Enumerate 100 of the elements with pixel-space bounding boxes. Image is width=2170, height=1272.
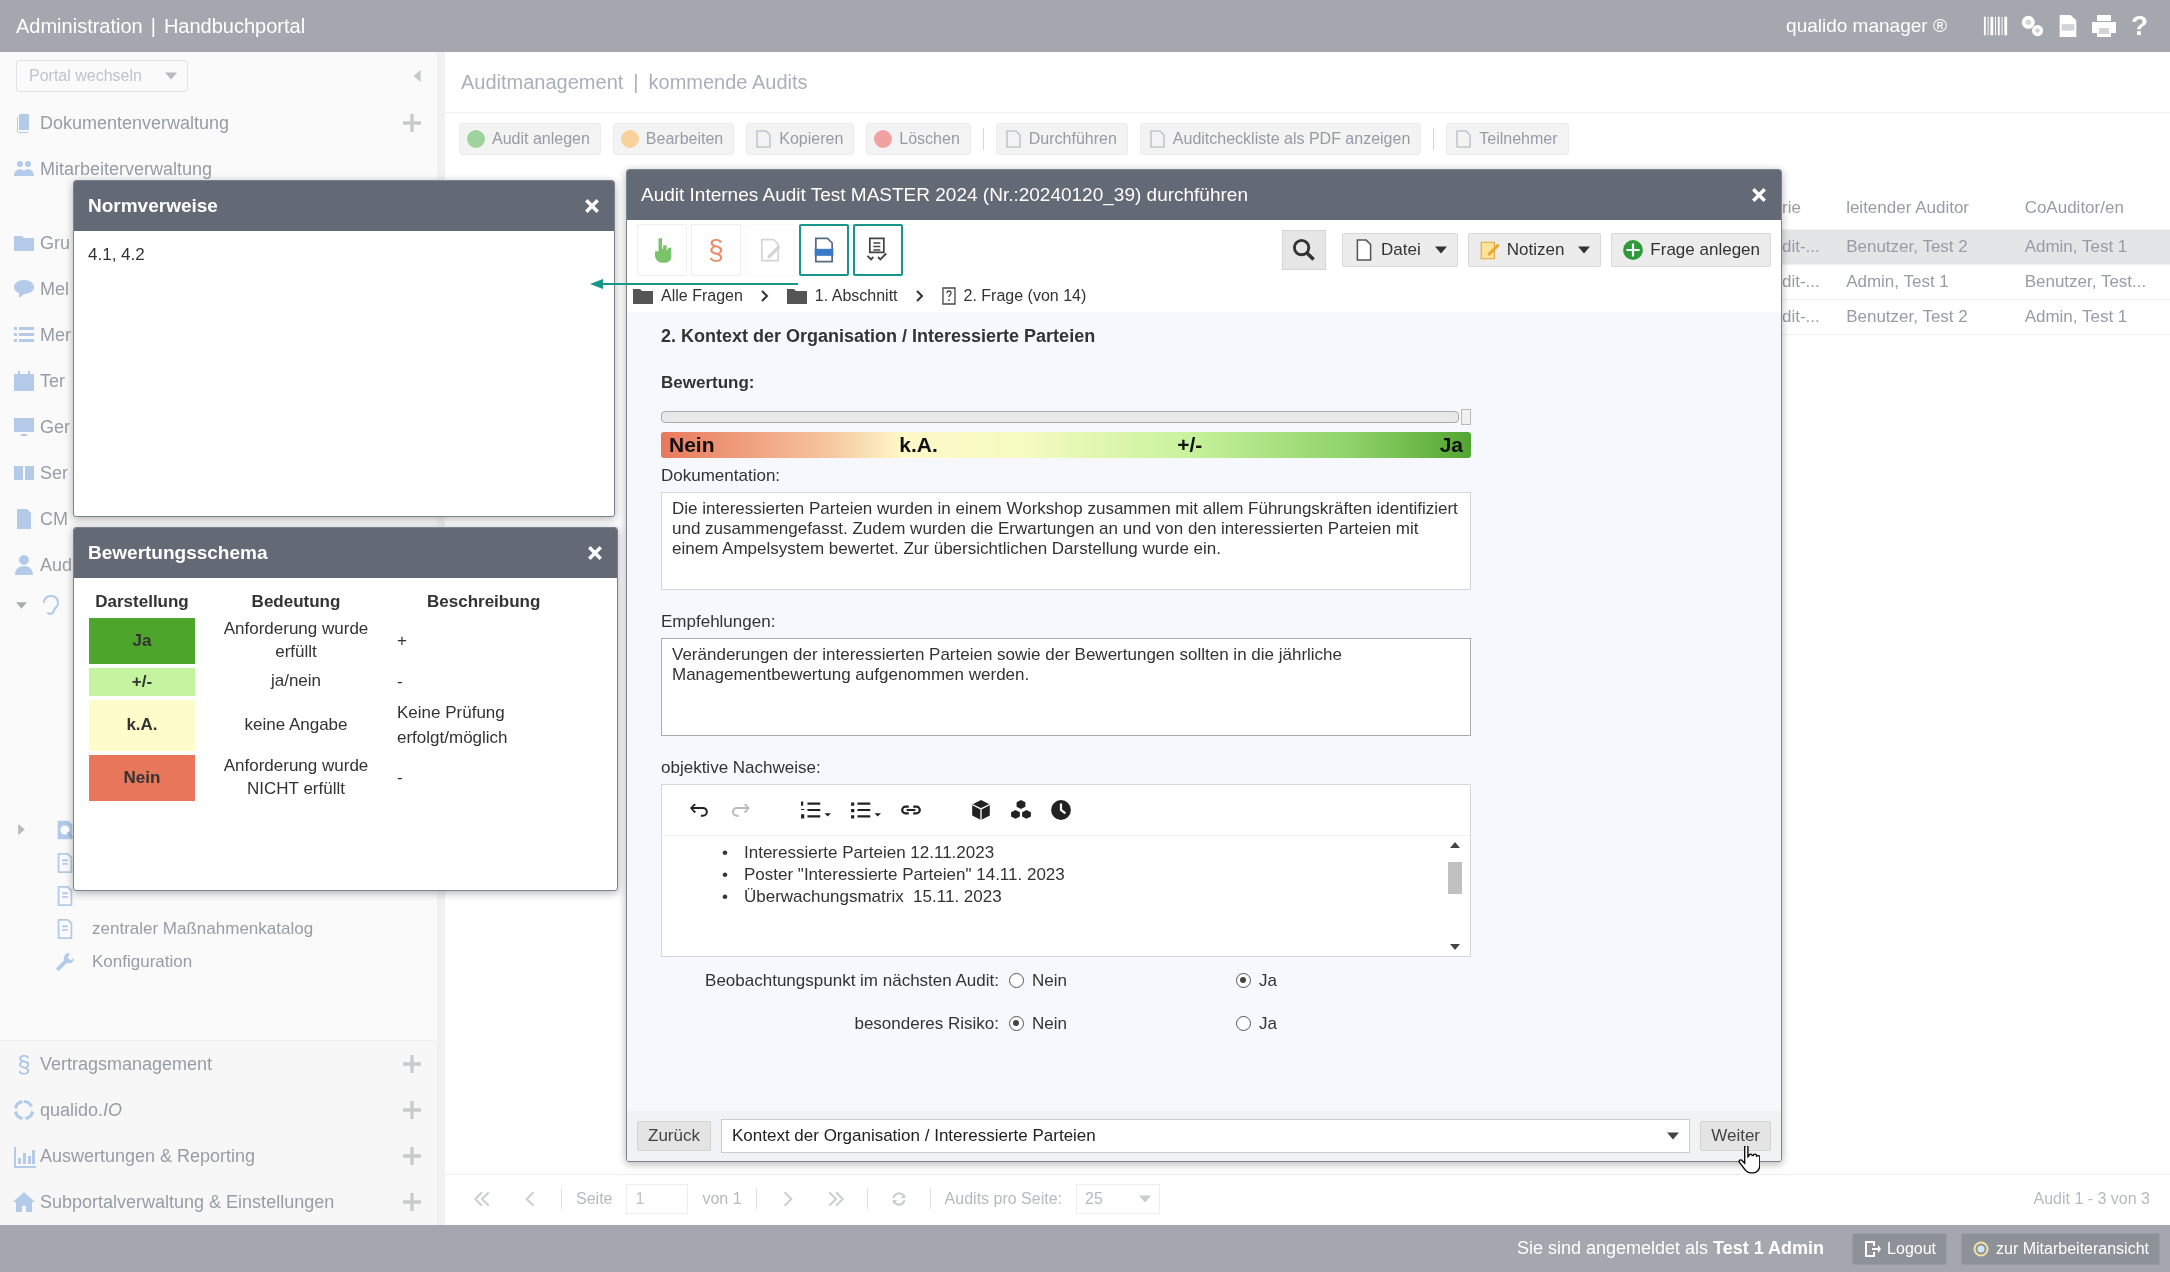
scroll-up-icon[interactable]: [1450, 842, 1460, 848]
toolbar-icon: [466, 129, 486, 149]
next-button[interactable]: Weiter: [1700, 1121, 1771, 1151]
sidebar-subitem[interactable]: Konfiguration: [92, 951, 193, 972]
sidebar-item[interactable]: Ser: [40, 462, 68, 484]
plus-icon[interactable]: [403, 1101, 421, 1119]
sidebar-item[interactable]: Vertragsmanagement: [40, 1053, 213, 1075]
sidebar-item[interactable]: Mel: [40, 278, 69, 300]
toolbar-button[interactable]: Kopieren: [746, 123, 855, 155]
table-row[interactable]: dit-... Benutzer, Test 2 Admin, Test 1: [1780, 230, 2170, 265]
caret-icon: [165, 72, 177, 80]
clock-icon[interactable]: [1050, 799, 1072, 821]
sidebar-item[interactable]: Gru: [40, 232, 70, 254]
radio-option[interactable]: Nein: [1009, 1013, 1236, 1034]
close-icon[interactable]: [1751, 187, 1767, 203]
scroll-down-icon[interactable]: [1450, 944, 1460, 950]
close-icon[interactable]: [587, 545, 603, 561]
notes-menu-button[interactable]: Notizen: [1467, 233, 1602, 267]
sidebar-subitem[interactable]: zentraler Maßnahmenkatalog: [92, 918, 314, 939]
barcode-icon[interactable]: [1982, 14, 2009, 38]
view-title: kommende Audits: [648, 70, 808, 94]
help-button[interactable]: ?: [2126, 10, 2152, 42]
cube-icon[interactable]: [970, 799, 992, 821]
radio-option[interactable]: Ja: [1236, 1013, 1463, 1034]
column-header[interactable]: rie: [1780, 198, 1841, 218]
paragraph-tool-button[interactable]: §: [691, 224, 741, 276]
sidebar-item[interactable]: Dokumentenverwaltung: [40, 112, 230, 134]
iso-tool-button[interactable]: [799, 224, 849, 276]
toolbar-button[interactable]: Bearbeiten: [612, 123, 735, 155]
recommendations-field[interactable]: Veränderungen der interessierten Parteien sowie der Bewertungen sollten in die jährliche Managementbewertung aufgenommen werden.: [661, 638, 1471, 736]
table-cell-text: Anforderung wurde erfüllt: [222, 618, 370, 663]
breadcrumb-link[interactable]: 1. Abschnitt: [814, 287, 898, 305]
cycle-icon: [12, 1098, 36, 1122]
expanded-arrow-icon[interactable]: [16, 599, 27, 611]
column-header[interactable]: CoAuditor/en: [2018, 198, 2170, 218]
sidebar-item[interactable]: CM: [40, 508, 68, 530]
ring-icon: [1972, 1239, 1991, 1258]
scrollbar-thumb[interactable]: [1448, 862, 1462, 894]
plus-icon[interactable]: [403, 114, 421, 132]
sidebar-item[interactable]: qualido.IO: [40, 1099, 123, 1121]
plus-icon[interactable]: [403, 1193, 421, 1211]
toolbar-button[interactable]: Auditcheckliste als PDF anzeigen: [1139, 123, 1422, 155]
page-size-dropdown[interactable]: 25: [1076, 1184, 1160, 1214]
table-cell-text: Admin, Test 1: [2023, 237, 2129, 257]
back-button[interactable]: Zurück: [637, 1121, 711, 1151]
toolbar-button[interactable]: Löschen: [866, 123, 971, 155]
table-cell-text: Admin, Test 1: [2023, 307, 2129, 327]
plus-icon[interactable]: [403, 1055, 421, 1073]
toolbar-button[interactable]: Teilnehmer: [1446, 123, 1569, 155]
toolbar-icon: [1453, 129, 1474, 149]
close-icon[interactable]: [584, 198, 600, 214]
first-page-icon[interactable]: [473, 1190, 491, 1208]
sidebar-item[interactable]: Aud: [40, 554, 73, 576]
portal-switch-dropdown[interactable]: Portal wechseln: [16, 60, 188, 92]
field-label: Empfehlungen:: [661, 612, 777, 632]
slider-thumb[interactable]: [1461, 409, 1471, 425]
question-select[interactable]: Kontext der Organisation / Interessierte Parteien: [720, 1119, 1691, 1153]
add-question-button[interactable]: Frage anlegen: [1611, 233, 1771, 267]
search-button[interactable]: [1282, 230, 1327, 270]
plus-icon[interactable]: [403, 1147, 421, 1165]
page-input[interactable]: 1: [626, 1184, 689, 1214]
numbered-list-icon[interactable]: [800, 799, 832, 821]
separator: |: [150, 14, 156, 38]
collapsed-arrow-icon[interactable]: [16, 824, 27, 835]
sidebar-item[interactable]: Ger: [40, 416, 70, 438]
sidebar-item[interactable]: Ter: [40, 370, 65, 392]
file-menu-button[interactable]: Datei: [1342, 233, 1458, 267]
toolbar-button[interactable]: Audit anlegen: [459, 123, 601, 155]
chat-icon: [12, 277, 36, 301]
radio-option[interactable]: Ja: [1236, 970, 1463, 991]
radio-button[interactable]: [1009, 973, 1024, 988]
documentation-field[interactable]: Die interessierten Parteien wurden in einem Workshop zusammen mit allem Führungskräften identifiziert und zusammengefasst. Zudem wurden die Erwartungen an und von den interessierten Parteien mit einem Ampelsystem bewertet. Zur übersichtlichen Darstellung wurde ein.: [661, 492, 1471, 590]
sidebar-item[interactable]: Auswertungen & Reporting: [40, 1145, 256, 1167]
sidebar-item[interactable]: Mitarbeiterverwaltung: [40, 158, 213, 180]
logout-button[interactable]: Logout: [1852, 1232, 1948, 1265]
collapse-icon[interactable]: [413, 70, 421, 82]
table-cell-text: keine Angabe: [243, 713, 349, 736]
sidebar-item[interactable]: Mer: [40, 324, 71, 346]
breadcrumb-link[interactable]: Alle Fragen: [661, 287, 743, 305]
breadcrumb-link[interactable]: 2. Frage (von 14): [963, 287, 1087, 305]
radio-button[interactable]: [1009, 1016, 1024, 1031]
cubes-icon[interactable]: [1010, 799, 1032, 821]
folder-icon: [633, 288, 653, 304]
page-count: von 1: [702, 1190, 742, 1208]
sidebar-item[interactable]: Subportalverwaltung & Einstellungen: [40, 1191, 335, 1213]
column-header[interactable]: leitender Auditor: [1840, 198, 2019, 218]
print-icon[interactable]: [2090, 14, 2117, 38]
radio-button[interactable]: [1236, 1016, 1251, 1031]
checklist-tool-button[interactable]: [853, 224, 903, 276]
field-label: Bewertung:: [661, 373, 756, 393]
radio-button[interactable]: [1236, 973, 1251, 988]
hand-tool-button[interactable]: [637, 224, 687, 276]
last-page-icon[interactable]: [826, 1190, 845, 1208]
radio-option[interactable]: Nein: [1009, 970, 1236, 991]
employee-view-button[interactable]: zur Mitarbeiteransicht: [1961, 1232, 2160, 1265]
toolbar-button[interactable]: Durchführen: [995, 123, 1128, 155]
evidence-editor[interactable]: • Interessierte Parteien 12.11.2023 • Poster "Interessierte Parteien" 14.11. 2023 • Überwachungsmatrix 15.11. 2023: [661, 784, 1471, 957]
chevron-right-icon: [915, 290, 924, 302]
dialog-title: Audit Internes Audit Test MASTER 2024 (Nr.:20240120_39) durchführen: [641, 184, 1248, 206]
portal-title: Handbuchportal: [163, 14, 306, 38]
